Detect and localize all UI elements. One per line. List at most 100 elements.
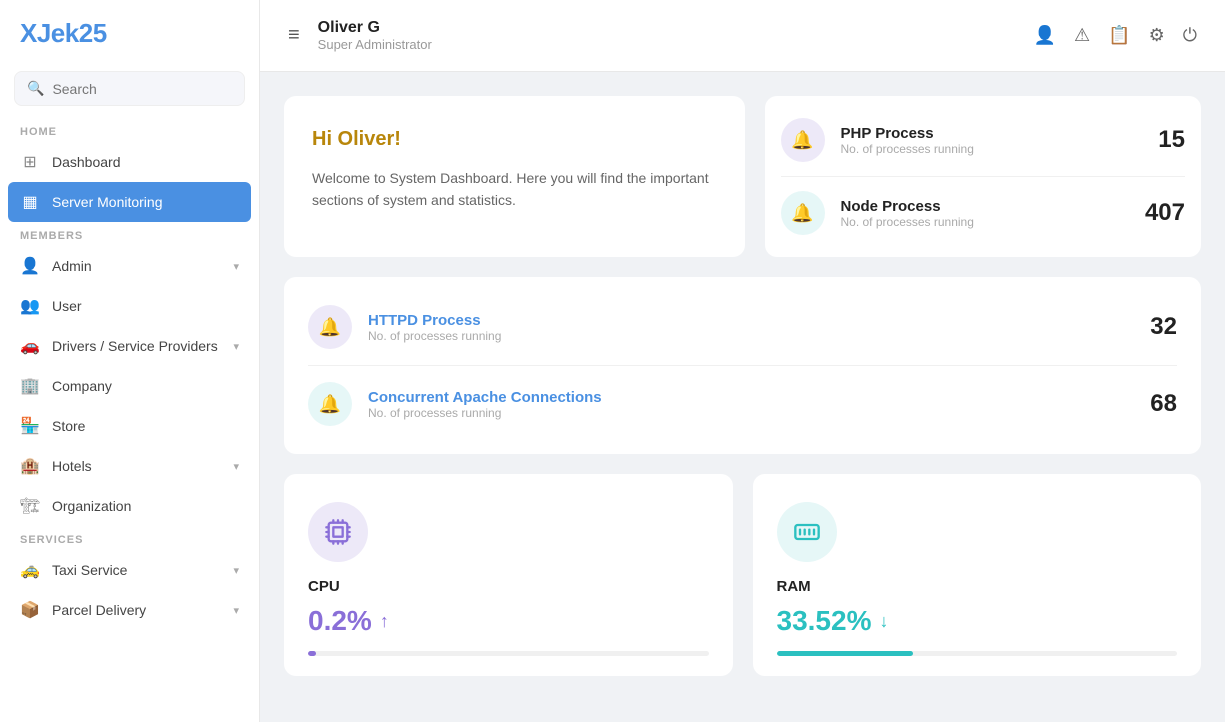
parcel-arrow-icon: ▾ [233, 604, 239, 617]
php-process-count: 15 [1158, 126, 1185, 154]
httpd-icon: 🔔 [308, 305, 352, 349]
topbar-left: ≡ Oliver G Super Administrator [288, 19, 432, 52]
search-input[interactable] [52, 81, 232, 97]
sidebar-item-taxi-service[interactable]: 🚕 Taxi Service ▾ [0, 550, 259, 590]
cpu-card: CPU 0.2% ↑ [284, 474, 733, 676]
user-role: Super Administrator [318, 37, 432, 52]
httpd-process-row: 🔔 HTTPD Process No. of processes running… [308, 289, 1177, 366]
search-icon: 🔍 [27, 80, 44, 97]
section-home: HOME [0, 118, 259, 142]
httpd-name: HTTPD Process [368, 312, 1134, 329]
sidebar-label-taxi: Taxi Service [52, 562, 221, 578]
user-name: Oliver G [318, 19, 432, 37]
cpu-value-row: 0.2% ↑ [308, 605, 709, 637]
ram-label: RAM [777, 578, 1178, 595]
ram-icon-circle [777, 502, 837, 562]
sidebar-item-dashboard[interactable]: ⊞ Dashboard [0, 142, 259, 182]
apache-info: Concurrent Apache Connections No. of pro… [368, 389, 1134, 420]
cpu-icon-circle [308, 502, 368, 562]
node-process-icon: 🔔 [781, 191, 825, 235]
sidebar-item-store[interactable]: 🏪 Store [0, 406, 259, 446]
sidebar-item-admin[interactable]: 👤 Admin ▾ [0, 246, 259, 286]
sidebar-label-store: Store [52, 418, 239, 434]
sidebar-label-organization: Organization [52, 498, 239, 514]
welcome-card: Hi Oliver! Welcome to System Dashboard. … [284, 96, 745, 257]
php-process-sub: No. of processes running [841, 142, 1143, 156]
admin-icon: 👤 [20, 256, 40, 276]
sidebar-item-parcel-delivery[interactable]: 📦 Parcel Delivery ▾ [0, 590, 259, 630]
ram-bar-fill [777, 651, 913, 656]
httpd-info: HTTPD Process No. of processes running [368, 312, 1134, 343]
sidebar-item-company[interactable]: 🏢 Company [0, 366, 259, 406]
section-services: SERVICES [0, 526, 259, 550]
row-welcome: Hi Oliver! Welcome to System Dashboard. … [284, 96, 1201, 257]
cpu-bar [308, 651, 709, 656]
ram-card: RAM 33.52% ↓ [753, 474, 1202, 676]
sidebar: XJek25 🔍 HOME ⊞ Dashboard ▦ Server Monit… [0, 0, 260, 722]
cpu-label: CPU [308, 578, 709, 595]
cpu-value: 0.2% [308, 605, 372, 637]
apache-sub: No. of processes running [368, 406, 1134, 420]
hotels-icon: 🏨 [20, 456, 40, 476]
ram-arrow-icon: ↓ [879, 611, 888, 632]
sidebar-label-parcel: Parcel Delivery [52, 602, 221, 618]
ram-value: 33.52% [777, 605, 872, 637]
company-icon: 🏢 [20, 376, 40, 396]
content-area: Hi Oliver! Welcome to System Dashboard. … [260, 72, 1225, 722]
php-process-row: 🔔 PHP Process No. of processes running 1… [781, 104, 1186, 177]
store-icon: 🏪 [20, 416, 40, 436]
taxi-icon: 🚕 [20, 560, 40, 580]
sidebar-item-hotels[interactable]: 🏨 Hotels ▾ [0, 446, 259, 486]
sidebar-label-hotels: Hotels [52, 458, 221, 474]
httpd-card: 🔔 HTTPD Process No. of processes running… [284, 277, 1201, 454]
node-process-name: Node Process [841, 198, 1129, 215]
node-process-sub: No. of processes running [841, 215, 1129, 229]
alert-icon[interactable]: ⚠ [1074, 25, 1090, 46]
welcome-greeting: Hi Oliver! [312, 128, 717, 151]
user-info: Oliver G Super Administrator [318, 19, 432, 52]
sidebar-item-server-monitoring[interactable]: ▦ Server Monitoring [8, 182, 251, 222]
ram-value-row: 33.52% ↓ [777, 605, 1178, 637]
process-card: 🔔 PHP Process No. of processes running 1… [765, 96, 1202, 257]
sidebar-label-user: User [52, 298, 239, 314]
sidebar-label-dashboard: Dashboard [52, 154, 239, 170]
httpd-count: 32 [1150, 313, 1177, 341]
cpu-bar-fill [308, 651, 316, 656]
row-metrics: CPU 0.2% ↑ [284, 474, 1201, 676]
topbar: ≡ Oliver G Super Administrator 👤 ⚠ 📋 ⚙ ⏻ [260, 0, 1225, 72]
topbar-actions: 👤 ⚠ 📋 ⚙ ⏻ [1034, 25, 1197, 46]
hotels-arrow-icon: ▾ [233, 460, 239, 473]
app-logo: XJek25 [0, 0, 259, 67]
power-icon[interactable]: ⏻ [1183, 25, 1197, 46]
user-icon: 👥 [20, 296, 40, 316]
section-members: MEMBERS [0, 222, 259, 246]
server-monitoring-icon: ▦ [20, 192, 40, 212]
sidebar-label-server-monitoring: Server Monitoring [52, 194, 239, 210]
php-process-name: PHP Process [841, 125, 1143, 142]
node-process-count: 407 [1145, 199, 1185, 227]
dashboard-icon: ⊞ [20, 152, 40, 172]
parcel-icon: 📦 [20, 600, 40, 620]
apache-count: 68 [1150, 390, 1177, 418]
php-process-info: PHP Process No. of processes running [841, 125, 1143, 156]
apache-name: Concurrent Apache Connections [368, 389, 1134, 406]
document-icon[interactable]: 📋 [1108, 25, 1130, 46]
sidebar-label-admin: Admin [52, 258, 221, 274]
ram-bar [777, 651, 1178, 656]
profile-icon[interactable]: 👤 [1034, 25, 1056, 46]
httpd-sub: No. of processes running [368, 329, 1134, 343]
taxi-arrow-icon: ▾ [233, 564, 239, 577]
sidebar-label-company: Company [52, 378, 239, 394]
drivers-icon: 🚗 [20, 336, 40, 356]
organization-icon: 🏗 [20, 496, 40, 516]
hamburger-button[interactable]: ≡ [288, 24, 300, 47]
search-box[interactable]: 🔍 [14, 71, 245, 106]
node-process-info: Node Process No. of processes running [841, 198, 1129, 229]
sidebar-item-organization[interactable]: 🏗 Organization [0, 486, 259, 526]
settings-icon[interactable]: ⚙ [1149, 25, 1165, 46]
sidebar-item-drivers-service-providers[interactable]: 🚗 Drivers / Service Providers ▾ [0, 326, 259, 366]
apache-process-row: 🔔 Concurrent Apache Connections No. of p… [308, 366, 1177, 442]
sidebar-label-drivers: Drivers / Service Providers [52, 338, 221, 354]
sidebar-item-user[interactable]: 👥 User [0, 286, 259, 326]
apache-icon: 🔔 [308, 382, 352, 426]
